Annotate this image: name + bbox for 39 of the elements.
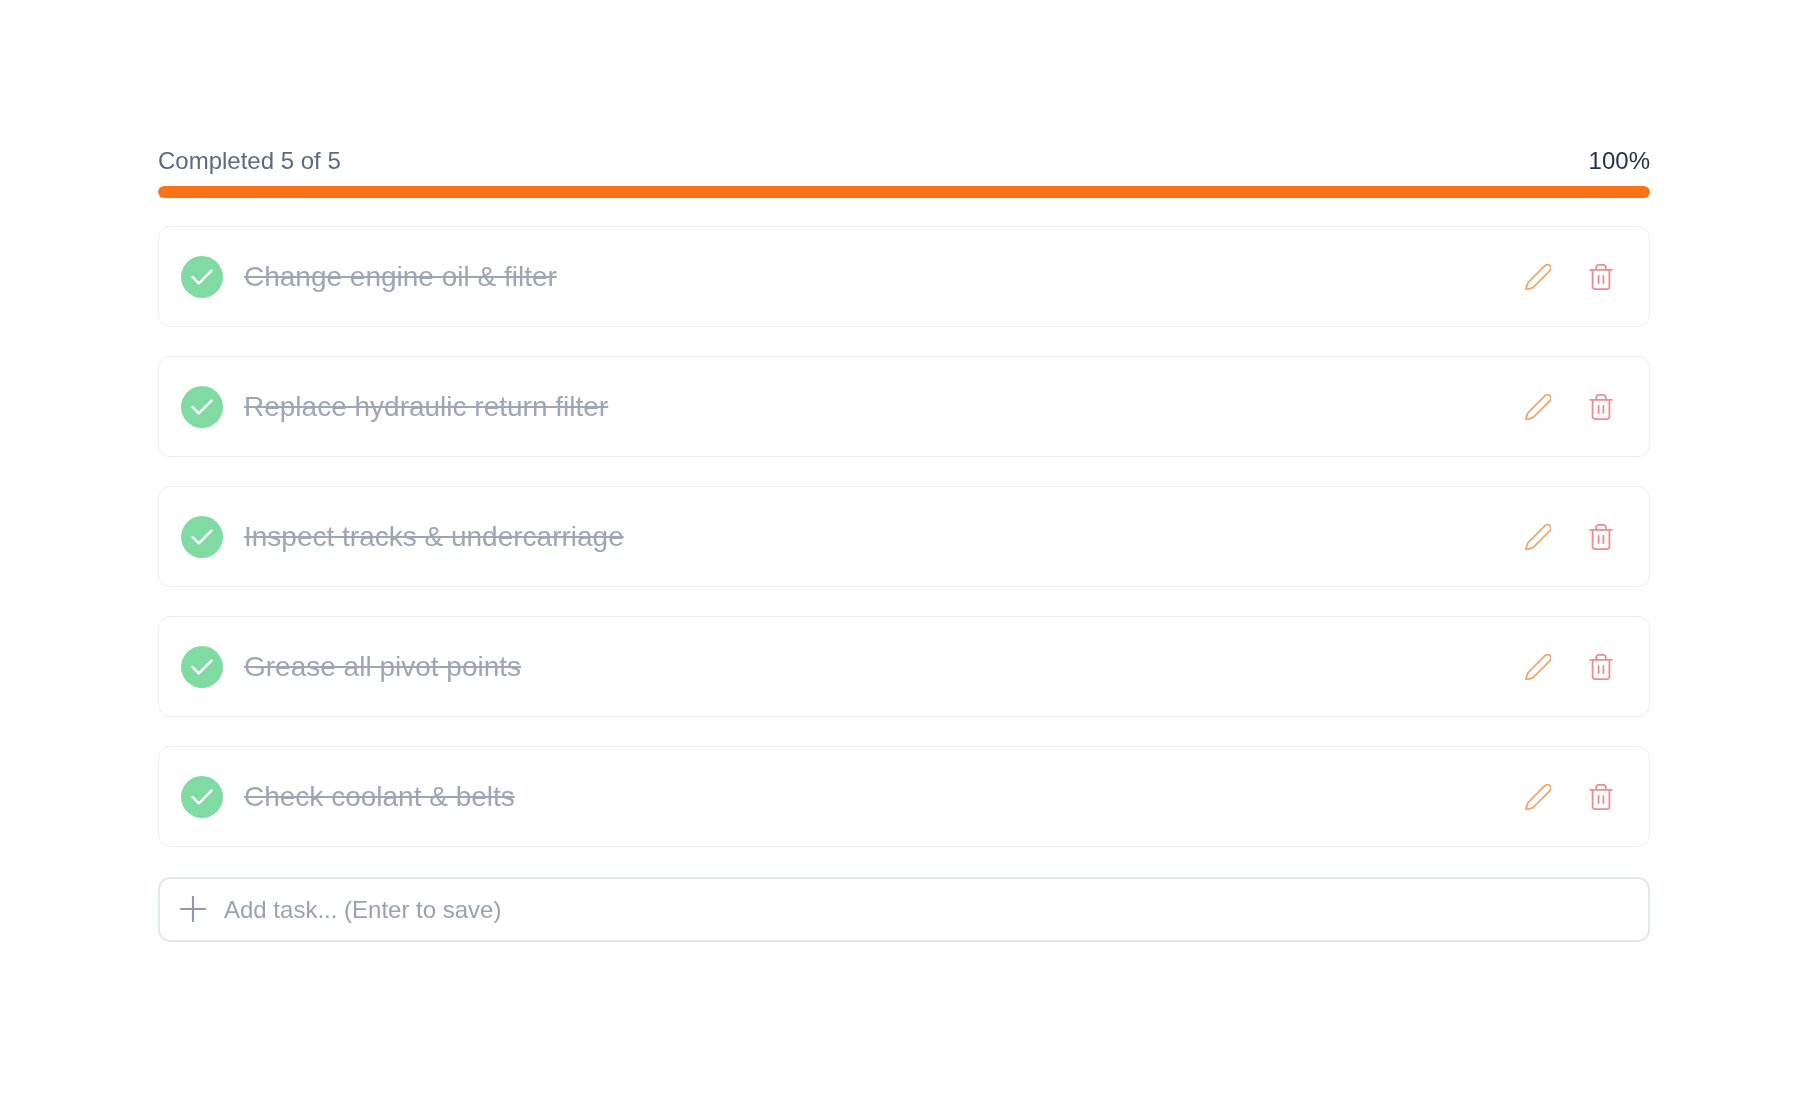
pencil-icon [1525, 523, 1551, 550]
progress-percent: 100% [1588, 146, 1650, 176]
add-task-field[interactable]: Add task... (Enter to save) [158, 877, 1650, 942]
task-title: Inspect tracks & undercarriage [244, 519, 624, 554]
edit-button[interactable] [1525, 783, 1551, 810]
pencil-icon [1525, 393, 1551, 420]
progress-label: Completed 5 of 5 [158, 146, 341, 176]
checkmark-icon [191, 268, 213, 285]
plus-icon [180, 896, 206, 922]
task-checkbox[interactable] [181, 385, 223, 428]
edit-button[interactable] [1525, 393, 1551, 420]
task-checkbox[interactable] [181, 775, 223, 818]
task-title: Replace hydraulic return filter [244, 389, 609, 424]
task-checkbox[interactable] [181, 515, 223, 558]
checkmark-icon [191, 788, 213, 805]
task-checkbox[interactable] [181, 255, 223, 298]
trash-icon [1589, 393, 1613, 420]
checkmark-icon [191, 398, 213, 415]
delete-button[interactable] [1589, 263, 1613, 290]
trash-icon [1589, 263, 1613, 290]
delete-button[interactable] [1589, 653, 1613, 680]
pencil-icon [1525, 263, 1551, 290]
task-title: Grease all pivot points [244, 649, 522, 684]
task-checkbox[interactable] [181, 645, 223, 688]
task-title: Change engine oil & filter [244, 259, 557, 294]
pencil-icon [1525, 653, 1551, 680]
edit-button[interactable] [1525, 263, 1551, 290]
trash-icon [1589, 653, 1613, 680]
checkmark-icon [191, 528, 213, 545]
task-title: Check coolant & belts [244, 779, 515, 814]
pencil-icon [1525, 783, 1551, 810]
edit-button[interactable] [1525, 653, 1551, 680]
delete-button[interactable] [1589, 393, 1613, 420]
trash-icon [1589, 783, 1613, 810]
delete-button[interactable] [1589, 783, 1613, 810]
edit-button[interactable] [1525, 523, 1551, 550]
delete-button[interactable] [1589, 523, 1613, 550]
trash-icon [1589, 523, 1613, 550]
checkmark-icon [191, 658, 213, 675]
